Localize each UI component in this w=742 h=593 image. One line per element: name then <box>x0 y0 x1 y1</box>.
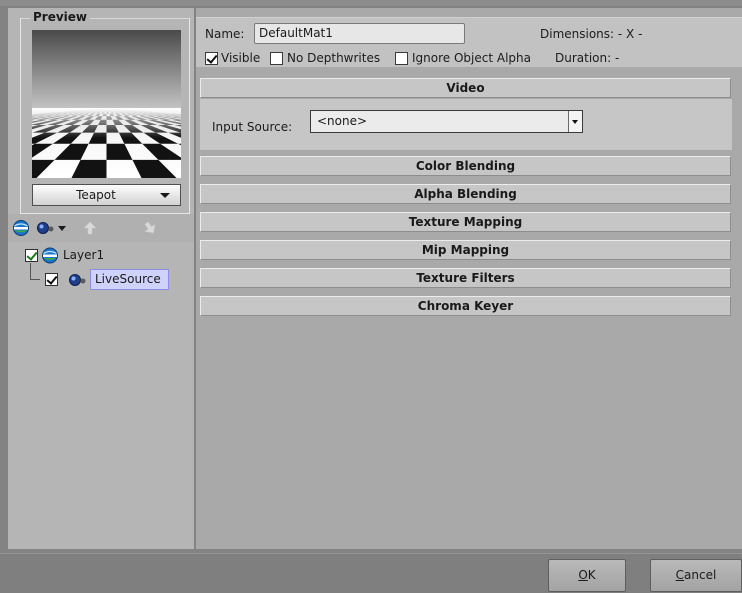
texture-filters-section[interactable]: Texture Filters <box>200 268 731 288</box>
input-source-value: <none> <box>317 114 368 128</box>
material-name-input[interactable]: DefaultMat1 <box>254 23 465 44</box>
live-source-icon <box>69 274 86 286</box>
no-depthwrites-checkbox[interactable] <box>270 52 283 65</box>
cancel-button[interactable]: Cancel <box>650 559 742 592</box>
alpha-blending-section[interactable]: Alpha Blending <box>200 184 731 204</box>
checkerboard-preview-icon <box>32 30 181 178</box>
visible-label[interactable]: Visible <box>221 51 260 65</box>
no-depthwrites-label[interactable]: No Depthwrites <box>287 51 380 65</box>
cancel-label-rest: ancel <box>684 568 717 582</box>
add-layer-icon[interactable] <box>12 219 30 237</box>
input-source-label: Input Source: <box>212 120 293 134</box>
layer1-label[interactable]: Layer1 <box>63 248 104 262</box>
tree-connector-h <box>30 279 40 280</box>
livesource-label: LiveSource <box>95 272 161 286</box>
tree-connector <box>30 263 31 280</box>
layer1-checkbox[interactable] <box>25 249 38 262</box>
color-blending-section[interactable]: Color Blending <box>200 156 731 176</box>
ignore-alpha-label[interactable]: Ignore Object Alpha <box>412 51 531 65</box>
input-source-select[interactable]: <none> <box>310 110 583 133</box>
mip-mapping-section[interactable]: Mip Mapping <box>200 240 731 260</box>
title-strip <box>0 0 742 6</box>
dropdown-arrow-icon[interactable] <box>57 225 67 233</box>
geometry-select[interactable]: Teapot <box>32 184 181 206</box>
visible-checkbox[interactable] <box>205 52 218 65</box>
cancel-accelerator: C <box>675 568 685 582</box>
livesource-selection[interactable]: LiveSource <box>90 269 169 290</box>
livesource-checkbox[interactable] <box>45 273 58 286</box>
video-section-header[interactable]: Video <box>200 78 731 98</box>
dialog-button-bar <box>0 553 742 593</box>
chevron-down-icon[interactable] <box>568 111 582 132</box>
texture-mapping-section[interactable]: Texture Mapping <box>200 212 731 232</box>
name-label: Name: <box>205 27 245 41</box>
ignore-alpha-checkbox[interactable] <box>395 52 408 65</box>
layer-icon <box>42 247 58 264</box>
move-up-icon[interactable] <box>81 220 99 236</box>
preview-title: Preview <box>30 10 91 24</box>
dimensions-label: Dimensions: - X - <box>540 27 643 41</box>
ok-label-rest: K <box>587 568 596 582</box>
chevron-down-icon <box>160 193 170 198</box>
move-down-icon[interactable] <box>141 220 159 236</box>
ok-accelerator: O <box>578 568 588 582</box>
chroma-keyer-section[interactable]: Chroma Keyer <box>200 296 731 316</box>
duration-label: Duration: - <box>555 51 620 65</box>
preview-image <box>32 30 181 178</box>
add-source-icon[interactable] <box>36 220 56 236</box>
geometry-select-value: Teapot <box>76 188 116 202</box>
ok-button[interactable]: OK <box>548 559 626 592</box>
